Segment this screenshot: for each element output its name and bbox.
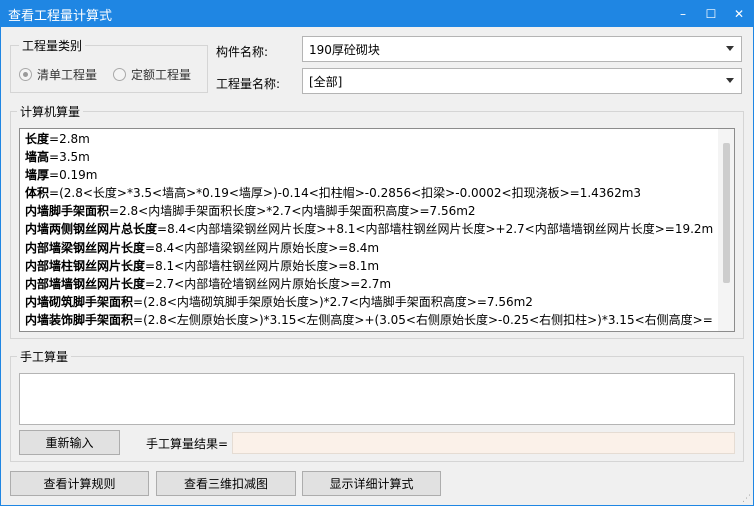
formula-name: 内部墙梁钢丝网片长度 <box>25 240 146 255</box>
reenter-button[interactable]: 重新输入 <box>19 430 120 455</box>
formula-name: 长度 <box>25 132 50 146</box>
component-name-label: 构件名称: <box>216 45 269 59</box>
formula-expression: =2.7<内部墙砼墙钢丝网片原始长度>=2.7m <box>145 276 392 291</box>
radio-quota-quantity[interactable]: 定额工程量 <box>113 66 191 83</box>
formula-line: 内部墙梁钢丝网片长度=8.4<内部墙梁钢丝网片原始长度>=8.4m <box>25 239 717 257</box>
computer-calc-legend: 计算机算量 <box>17 103 84 120</box>
manual-calc-legend: 手工算量 <box>17 348 72 365</box>
title-bar: 查看工程量计算式 – ☐ ✕ <box>0 0 754 27</box>
resize-grip-icon[interactable]: ⋰ <box>742 494 752 504</box>
quantity-type-legend: 工程量类别 <box>19 37 86 54</box>
formula-name: 内部墙墙钢丝网片长度 <box>25 276 146 291</box>
maximize-icon[interactable]: ☐ <box>697 0 725 27</box>
formula-expression: =8.4<内部墙梁钢丝网片原始长度>=8.4m <box>145 240 380 255</box>
formula-line: 墙高=3.5m <box>25 148 717 166</box>
chevron-down-icon[interactable] <box>726 46 734 51</box>
formula-name: 内墙脚手架面积 <box>25 204 110 219</box>
formula-name: 内墙装饰脚手架面积 <box>25 312 134 327</box>
formula-line: 内墙两侧钢丝网片总长度=8.4<内部墙梁钢丝网片长度>+8.1<内部墙柱钢丝网片… <box>25 220 717 238</box>
formula-line: 长度=2.8m <box>25 130 717 148</box>
quantity-name-select[interactable]: [全部] <box>302 68 742 94</box>
formula-line: 内墙砌筑脚手架面积=(2.8<内墙砌筑脚手架原始长度>)*2.7<内墙脚手架面积… <box>25 293 717 311</box>
component-name-value: 190厚砼砌块 <box>309 42 380 57</box>
calc-formula-box[interactable]: 长度=2.8m 墙高=3.5m 墙厚=0.19m 体积=(2.8<长度>*3.5<墙高… <box>19 128 735 332</box>
formula-name: 内部墙柱钢丝网片长度 <box>25 258 146 273</box>
minimize-icon[interactable]: – <box>669 0 697 27</box>
formula-name: 内墙砌筑脚手架面积 <box>25 294 134 309</box>
formula-name: 墙高 <box>25 150 50 165</box>
formula-expression: =0.19m <box>49 168 98 183</box>
formula-expression: =2.8<内墙脚手架面积长度>*2.7<内墙脚手架面积高度>=7.56m2 <box>109 204 476 219</box>
formula-name: 体积 <box>25 186 50 201</box>
formula-expression: =8.1<内部墙柱钢丝网片原始长度>=8.1m <box>145 258 380 273</box>
formula-expression: =2.8m <box>49 132 90 146</box>
manual-result-field <box>232 432 735 454</box>
formula-expression: =(2.8<内墙砌筑脚手架原始长度>)*2.7<内墙脚手架面积高度>=7.56m… <box>133 294 533 309</box>
formula-expression: =8.4<内部墙梁钢丝网片长度>+8.1<内部墙柱钢丝网片长度>+2.7<内部墙… <box>157 222 714 237</box>
view-calc-rules-button[interactable]: 查看计算规则 <box>10 471 149 496</box>
scrollbar-thumb[interactable] <box>723 143 730 283</box>
window-title: 查看工程量计算式 <box>8 9 113 24</box>
radio-bill-quantity-indicator[interactable] <box>19 68 32 81</box>
view-3d-deduction-button[interactable]: 查看三维扣减图 <box>156 471 296 496</box>
manual-calc-input[interactable] <box>19 373 735 425</box>
formula-line: 墙厚=0.19m <box>25 166 717 184</box>
radio-quota-quantity-label: 定额工程量 <box>131 68 192 82</box>
radio-bill-quantity-label: 清单工程量 <box>37 68 98 82</box>
formula-line: 内墙脚手架面积=2.8<内墙脚手架面积长度>*2.7<内墙脚手架面积高度>=7.… <box>25 202 717 220</box>
radio-bill-quantity[interactable]: 清单工程量 <box>19 66 97 83</box>
show-detail-formula-button[interactable]: 显示详细计算式 <box>302 471 441 496</box>
vertical-scrollbar[interactable] <box>718 129 734 331</box>
formula-expression: =3.5m <box>49 150 90 165</box>
formula-name: 墙厚 <box>25 168 50 183</box>
formula-name: 内墙两侧钢丝网片总长度 <box>25 222 158 237</box>
formula-line: 内部墙柱钢丝网片长度=8.1<内部墙柱钢丝网片原始长度>=8.1m <box>25 257 717 275</box>
radio-quota-quantity-indicator[interactable] <box>113 68 126 81</box>
formula-line: 体积=(2.8<长度>*3.5<墙高>*0.19<墙厚>)-0.14<扣柱帽>-… <box>25 184 717 202</box>
quantity-name-value: [全部] <box>309 74 343 89</box>
quantity-name-label: 工程量名称: <box>216 77 281 91</box>
formula-expression: =(2.8<长度>*3.5<墙高>*0.19<墙厚>)-0.14<扣柱帽>-0.… <box>49 186 642 201</box>
component-name-select[interactable]: 190厚砼砌块 <box>302 36 742 62</box>
calc-formula-lines: 长度=2.8m 墙高=3.5m 墙厚=0.19m 体积=(2.8<长度>*3.5<墙高… <box>25 130 717 331</box>
formula-line: 内墙装饰脚手架面积=(2.8<左侧原始长度>)*3.15<左侧高度>+(3.05… <box>25 311 717 331</box>
manual-result-label: 手工算量结果= <box>146 437 229 451</box>
close-icon[interactable]: ✕ <box>725 0 753 27</box>
formula-line: 内部墙墙钢丝网片长度=2.7<内部墙砼墙钢丝网片原始长度>=2.7m <box>25 275 717 293</box>
chevron-down-icon[interactable] <box>726 78 734 83</box>
